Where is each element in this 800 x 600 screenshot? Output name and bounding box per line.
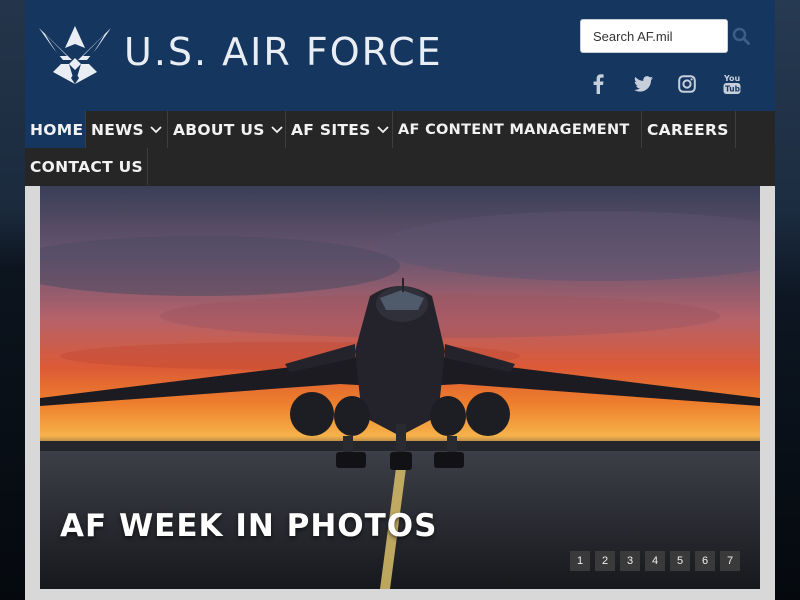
hero-title[interactable]: AF WEEK IN PHOTOS bbox=[60, 508, 437, 544]
pager-button[interactable]: 3 bbox=[620, 551, 640, 571]
search-button[interactable] bbox=[730, 24, 752, 48]
nav-item-label: AF SITES bbox=[291, 120, 371, 139]
nav-item-home[interactable]: HOME bbox=[25, 111, 86, 148]
main-navigation: HOME NEWS ABOUT US AF SITES AF CONTENT M… bbox=[25, 111, 775, 186]
usaf-wings-logo[interactable] bbox=[39, 22, 111, 86]
youtube-icon: You Tube bbox=[723, 74, 741, 94]
nav-item-label: AF CONTENT MANAGEMENT bbox=[398, 121, 630, 138]
instagram-icon bbox=[678, 75, 696, 93]
nav-item-label: CONTACT US bbox=[30, 157, 143, 176]
carousel-pager: 1 2 3 4 5 6 7 bbox=[570, 551, 740, 571]
nav-item-about-us[interactable]: ABOUT US bbox=[168, 111, 286, 148]
youtube-link[interactable]: You Tube bbox=[720, 70, 744, 98]
pager-button[interactable]: 5 bbox=[670, 551, 690, 571]
site-header: U.S. AIR FORCE Search AF.mil You Tub bbox=[25, 0, 775, 111]
pager-button[interactable]: 4 bbox=[645, 551, 665, 571]
search-icon bbox=[732, 27, 750, 45]
nav-item-af-sites[interactable]: AF SITES bbox=[286, 111, 393, 148]
page-wrapper: U.S. AIR FORCE Search AF.mil You Tub HOM… bbox=[25, 0, 775, 600]
nav-item-news[interactable]: NEWS bbox=[86, 111, 168, 148]
nav-item-careers[interactable]: CAREERS bbox=[642, 111, 736, 148]
instagram-link[interactable] bbox=[675, 70, 699, 98]
chevron-down-icon bbox=[271, 125, 283, 134]
chevron-down-icon bbox=[150, 125, 162, 134]
site-title[interactable]: U.S. AIR FORCE bbox=[124, 30, 443, 74]
facebook-link[interactable] bbox=[586, 70, 610, 98]
search-input[interactable] bbox=[580, 19, 728, 53]
nav-item-af-content-management[interactable]: AF CONTENT MANAGEMENT bbox=[393, 111, 642, 148]
facebook-icon bbox=[593, 74, 604, 94]
nav-item-contact-us[interactable]: CONTACT US bbox=[25, 148, 148, 185]
nav-item-label: HOME bbox=[30, 120, 84, 139]
twitter-icon bbox=[633, 76, 653, 92]
chevron-down-icon bbox=[377, 125, 389, 134]
page-background-left bbox=[0, 0, 25, 600]
nav-item-label: ABOUT US bbox=[173, 120, 265, 139]
nav-item-label: CAREERS bbox=[647, 120, 729, 139]
pager-button[interactable]: 6 bbox=[695, 551, 715, 571]
nav-item-label: NEWS bbox=[91, 120, 145, 139]
hero-carousel[interactable]: AF WEEK IN PHOTOS 1 2 3 4 5 6 7 bbox=[40, 186, 760, 589]
svg-text:You: You bbox=[723, 74, 741, 83]
pager-button[interactable]: 1 bbox=[570, 551, 590, 571]
pager-button[interactable]: 7 bbox=[720, 551, 740, 571]
page-background-right bbox=[775, 0, 800, 600]
twitter-link[interactable] bbox=[631, 70, 655, 98]
pager-button[interactable]: 2 bbox=[595, 551, 615, 571]
svg-text:Tube: Tube bbox=[725, 85, 741, 94]
